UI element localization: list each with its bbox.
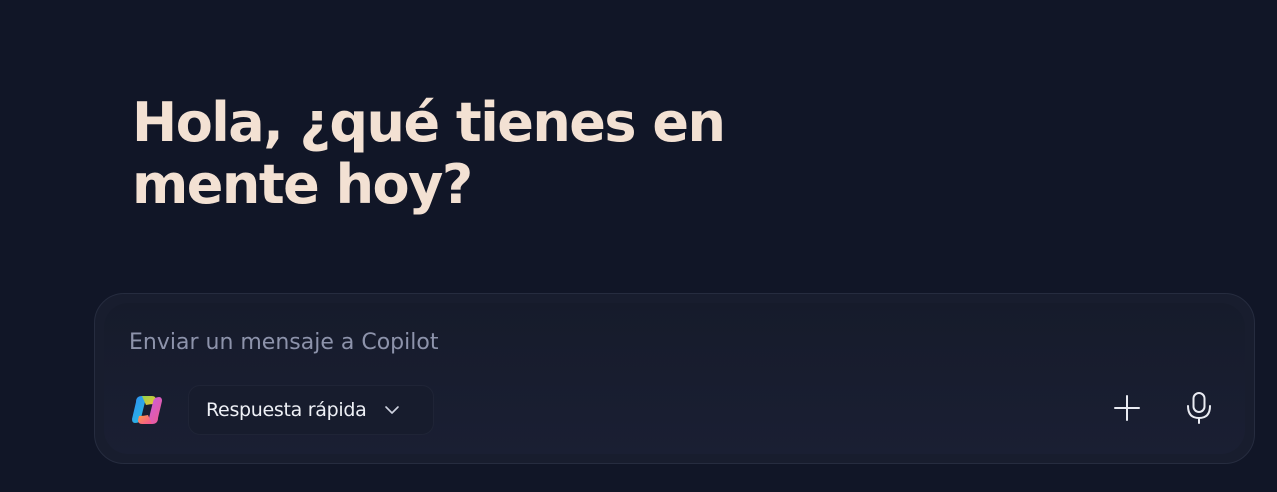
chevron-down-icon bbox=[382, 400, 402, 420]
microphone-button[interactable] bbox=[1179, 389, 1219, 431]
add-attachment-button[interactable] bbox=[1108, 391, 1146, 429]
greeting-heading: Hola, ¿qué tienes en mente hoy? bbox=[132, 91, 726, 216]
message-input[interactable] bbox=[129, 325, 1029, 359]
copilot-home: Hola, ¿qué tienes en mente hoy? Enviar u… bbox=[0, 0, 1277, 492]
response-mode-dropdown[interactable]: Respuesta rápida bbox=[188, 385, 434, 435]
composer-panel: Respuesta rápida bbox=[104, 303, 1245, 454]
message-composer: Respuesta rápida bbox=[94, 293, 1255, 464]
copilot-logo-icon bbox=[128, 391, 166, 429]
response-mode-label: Respuesta rápida bbox=[206, 399, 367, 421]
plus-icon bbox=[1112, 393, 1142, 427]
microphone-icon bbox=[1184, 391, 1214, 429]
